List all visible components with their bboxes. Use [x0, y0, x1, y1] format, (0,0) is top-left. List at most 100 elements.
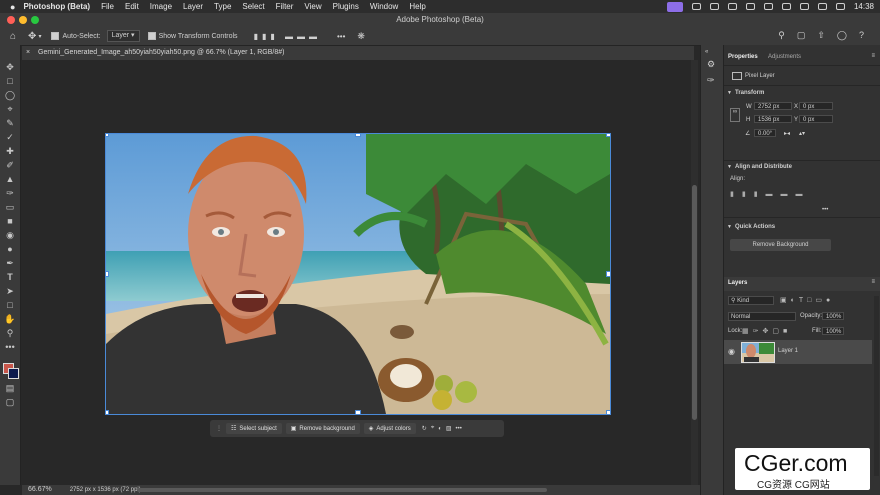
panel-menu-icon[interactable]: ≡ — [871, 53, 875, 59]
x-field[interactable]: 0 px — [799, 102, 833, 110]
close-document-icon[interactable]: × — [26, 49, 30, 56]
screen-mode-icon[interactable]: ▢ — [4, 396, 16, 408]
remove-background-button[interactable]: ▣ Remove background — [285, 423, 360, 434]
menu-view[interactable]: View — [304, 2, 321, 11]
adjust-colors-button[interactable]: ◈ Adjust colors — [363, 423, 416, 434]
menu-filter[interactable]: Filter — [276, 2, 294, 11]
more-tools-icon[interactable]: ••• — [4, 341, 16, 353]
clone-stamp-icon[interactable]: ▲ — [4, 173, 16, 185]
chevron-down-icon[interactable]: ▾ — [38, 33, 41, 40]
crop-tool-icon[interactable]: ⌖ — [4, 103, 16, 115]
lock-icons[interactable]: ▦✑✥▢■ — [742, 327, 791, 335]
rotate-icon[interactable]: ↻ — [422, 425, 427, 432]
drag-handle-icon[interactable]: ⋮ — [216, 425, 222, 432]
panel-collapse-icon[interactable]: « — [705, 49, 708, 55]
angle-field[interactable]: 0.00° — [754, 129, 776, 137]
vertical-scroll-thumb[interactable] — [692, 185, 697, 420]
menu-plugins[interactable]: Plugins — [333, 2, 359, 11]
dodge-tool-icon[interactable]: ● — [4, 243, 16, 255]
move-tool-icon[interactable]: ✥ — [28, 31, 36, 42]
hand-tool-icon[interactable]: ✋ — [4, 313, 16, 325]
align-buttons[interactable]: ▮▮▮▬▬▬ — [730, 190, 811, 198]
transform-handle[interactable] — [606, 410, 610, 414]
blur-tool-icon[interactable]: ◉ — [4, 229, 16, 241]
transform-handle[interactable] — [106, 134, 109, 137]
status-icon[interactable] — [709, 3, 719, 10]
battery-icon[interactable] — [799, 3, 809, 10]
help-icon[interactable]: ? — [859, 30, 864, 41]
flip-vertical-icon[interactable]: ▴▾ — [799, 130, 805, 137]
more-button[interactable]: ••• — [456, 426, 462, 432]
width-field[interactable]: 2752 px — [754, 102, 792, 110]
collapse-icon[interactable]: ▼ — [727, 224, 732, 230]
transform-handle[interactable] — [606, 271, 610, 277]
tab-adjustments[interactable]: Adjustments — [768, 54, 801, 60]
transform-handle[interactable] — [606, 134, 610, 137]
rectangle-tool-icon[interactable]: □ — [4, 299, 16, 311]
filter-icons[interactable]: ▣◐T□▭● — [780, 296, 834, 304]
contrast-icon[interactable]: ◐ — [438, 426, 442, 432]
menu-edit[interactable]: Edit — [125, 2, 139, 11]
home-icon[interactable]: ⌂ — [10, 31, 16, 42]
align-icons[interactable]: ▮▮▮ ▬▬▬ — [254, 32, 321, 41]
more-options-icon[interactable]: ••• — [337, 32, 345, 41]
minimize-window-button[interactable] — [19, 16, 27, 24]
transform-handle[interactable] — [106, 410, 109, 414]
tab-layers[interactable]: Layers — [728, 280, 747, 286]
layer-row[interactable]: ◉ Layer 1 — [724, 340, 872, 364]
eyedropper-tool-icon[interactable]: ✓ — [4, 131, 16, 143]
mask-icon[interactable]: ▨ — [446, 425, 452, 432]
workspace-icon[interactable]: ▢ — [797, 30, 806, 41]
pen-tool-icon[interactable]: ✒ — [4, 257, 16, 269]
history-brush-icon[interactable]: ✑ — [4, 187, 16, 199]
horizontal-scroll-thumb[interactable] — [137, 488, 547, 492]
gradient-tool-icon[interactable]: ■ — [4, 215, 16, 227]
menu-window[interactable]: Window — [370, 2, 398, 11]
quick-mask-icon[interactable]: ▤ — [4, 382, 16, 394]
history-icon[interactable]: ⚙ — [707, 59, 715, 70]
height-field[interactable]: 1536 px — [754, 115, 792, 123]
visibility-eye-icon[interactable]: ◉ — [728, 347, 735, 356]
transform-handle[interactable] — [106, 271, 109, 277]
brush-tool-icon[interactable]: ✐ — [4, 159, 16, 171]
brush-settings-icon[interactable]: ✑ — [707, 75, 715, 86]
remove-background-panel-button[interactable]: Remove Background — [730, 239, 831, 251]
menu-select[interactable]: Select — [242, 2, 264, 11]
collapse-icon[interactable]: ▼ — [727, 90, 732, 96]
marquee-tool-icon[interactable]: □ — [4, 75, 16, 87]
y-field[interactable]: 0 px — [799, 115, 833, 123]
status-icon[interactable] — [763, 3, 773, 10]
auto-select-dropdown[interactable]: Layer ▾ — [106, 30, 140, 42]
background-color-swatch[interactable] — [8, 368, 19, 379]
canvas-image[interactable] — [105, 133, 611, 415]
document-tab[interactable]: × Gemini_Generated_Image_ah50yiah50yiah5… — [22, 46, 694, 60]
layers-scrollbar[interactable] — [874, 296, 879, 476]
select-subject-button[interactable]: ☷ Select subject — [226, 423, 282, 434]
status-icon[interactable] — [691, 3, 701, 10]
transform-handle[interactable] — [355, 134, 361, 137]
type-tool-icon[interactable]: T — [4, 271, 16, 283]
fill-field[interactable]: 100% — [822, 327, 844, 335]
apple-icon[interactable]: ● — [10, 2, 15, 12]
opacity-field[interactable]: 100% — [822, 312, 844, 320]
status-icon[interactable] — [745, 3, 755, 10]
healing-brush-icon[interactable]: ✚ — [4, 145, 16, 157]
panel-menu-icon[interactable]: ≡ — [871, 279, 875, 285]
link-icon[interactable]: ∞ — [730, 108, 740, 122]
menu-app-name[interactable]: Photoshop (Beta) — [23, 2, 90, 11]
3d-mode-icon[interactable]: ❋ — [357, 31, 365, 42]
vertical-scrollbar[interactable] — [691, 60, 698, 485]
document-info[interactable]: 2752 px x 1536 px (72 ppi) — [70, 487, 141, 493]
wifi-icon[interactable] — [781, 3, 791, 10]
move-tool-icon[interactable]: ✥ — [4, 61, 16, 73]
zoom-window-button[interactable] — [31, 16, 39, 24]
flip-horizontal-icon[interactable]: ▸◂ — [784, 130, 790, 137]
menu-file[interactable]: File — [101, 2, 114, 11]
transform-controls-checkbox[interactable] — [147, 32, 156, 40]
status-icon[interactable] — [727, 3, 737, 10]
notifications-icon[interactable]: ◯ — [837, 30, 847, 41]
menu-type[interactable]: Type — [214, 2, 231, 11]
blend-mode-dropdown[interactable]: Normal — [728, 312, 796, 321]
zoom-level[interactable]: 66.67% — [28, 486, 52, 493]
menu-image[interactable]: Image — [150, 2, 172, 11]
